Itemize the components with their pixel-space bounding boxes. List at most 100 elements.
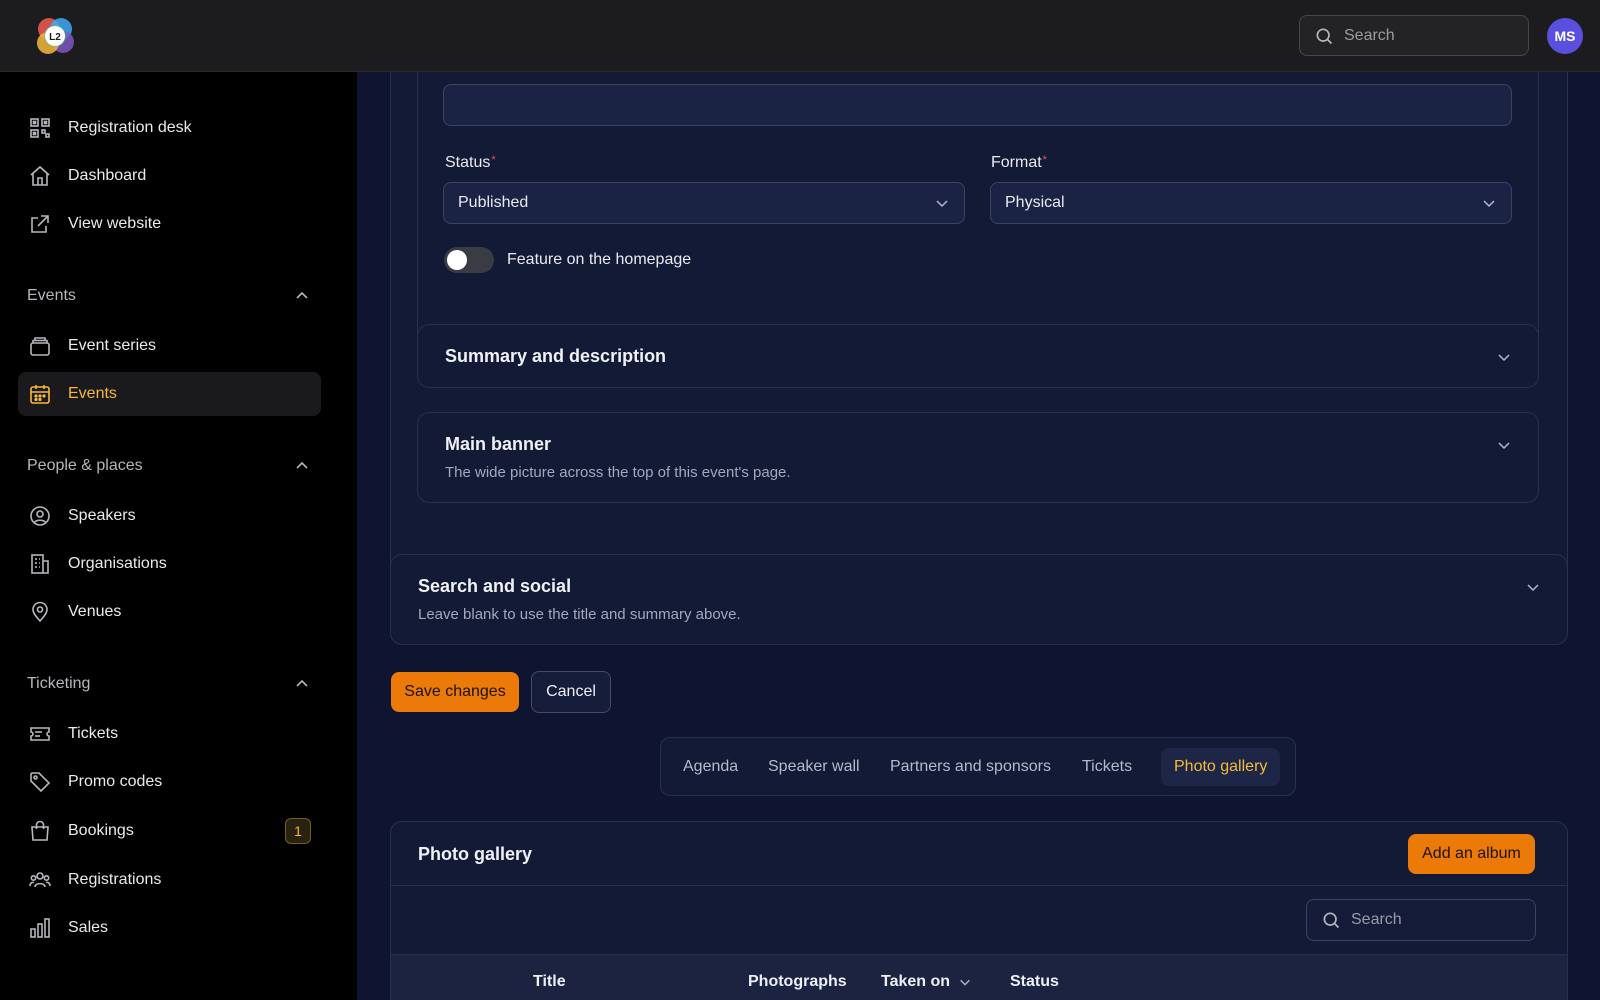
format-label: Format* — [991, 154, 1047, 171]
bookings-count-badge: 1 — [285, 818, 311, 844]
chevron-up-icon — [296, 679, 308, 687]
divider — [391, 885, 1567, 886]
user-circle-icon — [30, 506, 50, 526]
chevron-up-icon — [296, 291, 308, 299]
tab-speaker-wall[interactable]: Speaker wall — [755, 748, 873, 786]
accordion-title: Main banner — [445, 434, 552, 454]
brand-logo[interactable]: L2 — [32, 13, 78, 59]
sidebar-item-venues[interactable]: Venues — [18, 590, 321, 634]
sidebar-item-event-series[interactable]: Event series — [18, 324, 321, 368]
summary-description-accordion[interactable]: Summary and description — [417, 324, 1539, 388]
gallery-title: Photo gallery — [418, 844, 533, 864]
sidebar-item-label: Promo codes — [68, 773, 163, 790]
format-select[interactable]: Physical — [990, 182, 1512, 224]
chevron-down-icon — [1483, 200, 1495, 208]
sidebar-item-label: Speakers — [68, 507, 136, 524]
sidebar-item-dashboard[interactable]: Dashboard — [18, 154, 321, 198]
tab-agenda[interactable]: Agenda — [670, 748, 751, 786]
header-search[interactable] — [1299, 15, 1529, 56]
column-status[interactable]: Status — [1010, 973, 1059, 991]
gallery-search[interactable] — [1306, 899, 1536, 941]
sidebar-item-label: Events — [68, 385, 117, 402]
sidebar-item-label: Event series — [68, 337, 157, 354]
sidebar-item-events[interactable]: Events — [18, 372, 321, 416]
top-bar: L2 MS — [0, 0, 1600, 72]
chevron-down-icon — [1527, 584, 1539, 592]
feature-homepage-toggle[interactable] — [444, 247, 494, 273]
sidebar-item-label: Venues — [68, 603, 122, 620]
sidebar-item-label: Tickets — [68, 725, 119, 742]
sidebar-item-promo-codes[interactable]: Promo codes — [18, 760, 321, 804]
users-icon — [29, 872, 51, 888]
user-avatar[interactable]: MS — [1547, 18, 1583, 54]
sidebar-item-label: Sales — [68, 919, 109, 936]
gallery-search-input[interactable] — [1351, 911, 1521, 929]
sidebar-section-events[interactable]: Events — [27, 284, 310, 308]
tab-photo-gallery[interactable]: Photo gallery — [1161, 748, 1281, 786]
sidebar-item-view-website[interactable]: View website — [18, 202, 321, 246]
sidebar-item-label: Registration desk — [68, 119, 192, 136]
event-tabs: Agenda Speaker wall Partners and sponsor… — [660, 737, 1296, 796]
chevron-down-icon — [960, 979, 970, 986]
home-icon — [30, 165, 50, 186]
sidebar-item-label: Bookings — [68, 822, 134, 839]
gallery-table-header: Title Photographs Taken on Status — [391, 954, 1567, 1000]
sidebar-section-people-places[interactable]: People & places — [27, 454, 310, 478]
search-icon — [1316, 28, 1333, 44]
chevron-down-icon — [936, 200, 948, 208]
toggle-knob — [447, 250, 467, 270]
chevron-down-icon — [1498, 354, 1510, 362]
sidebar-item-bookings[interactable]: Bookings 1 — [18, 809, 321, 853]
search-social-accordion[interactable]: Search and social Leave blank to use the… — [390, 554, 1568, 645]
status-value: Published — [458, 194, 529, 211]
tag-icon — [30, 772, 51, 793]
tab-partners-sponsors[interactable]: Partners and sponsors — [877, 748, 1064, 786]
accordion-subtitle: Leave blank to use the title and summary… — [418, 606, 741, 623]
section-title: Events — [27, 287, 76, 304]
header-search-input[interactable] — [1344, 26, 1514, 45]
status-select[interactable]: Published — [443, 182, 965, 224]
sidebar: Registration desk Dashboard View website… — [0, 72, 357, 1000]
calendar-icon — [30, 385, 50, 404]
sidebar-item-tickets[interactable]: Tickets — [18, 712, 321, 756]
sidebar-item-label: View website — [68, 215, 162, 232]
format-value: Physical — [1005, 194, 1065, 211]
map-pin-icon — [32, 601, 48, 623]
tab-tickets[interactable]: Tickets — [1069, 748, 1145, 786]
status-label: Status* — [445, 154, 496, 171]
sidebar-item-registrations[interactable]: Registrations — [18, 858, 321, 902]
photo-gallery-panel: Photo gallery Add an album Title Photogr… — [390, 821, 1568, 1000]
qr-code-icon — [30, 118, 50, 138]
column-photographs[interactable]: Photographs — [748, 973, 847, 991]
chevron-down-icon — [1498, 442, 1510, 450]
ticket-icon — [30, 727, 50, 741]
svg-text:L2: L2 — [49, 32, 61, 43]
external-link-icon — [31, 215, 49, 233]
sidebar-item-registration-desk[interactable]: Registration desk — [18, 106, 321, 150]
accordion-subtitle: The wide picture across the top of this … — [445, 464, 791, 481]
sidebar-item-sales[interactable]: Sales — [18, 906, 321, 950]
sidebar-item-label: Registrations — [68, 871, 162, 888]
accordion-title: Search and social — [418, 576, 572, 596]
main-content: Status* Published Format* Physical Featu… — [357, 72, 1600, 1000]
column-taken-on[interactable]: Taken on — [881, 973, 972, 991]
column-title[interactable]: Title — [533, 973, 566, 991]
save-changes-button[interactable]: Save changes — [391, 672, 519, 712]
section-title: People & places — [27, 457, 143, 474]
sidebar-item-organisations[interactable]: Organisations — [18, 542, 321, 586]
sidebar-item-label: Organisations — [68, 555, 167, 572]
event-text-field[interactable] — [443, 84, 1512, 126]
search-icon — [1323, 912, 1340, 929]
section-title: Ticketing — [27, 675, 91, 692]
feature-homepage-label: Feature on the homepage — [507, 251, 692, 268]
chevron-up-icon — [296, 461, 308, 469]
main-banner-accordion[interactable]: Main banner The wide picture across the … — [417, 412, 1539, 503]
add-album-button[interactable]: Add an album — [1408, 834, 1535, 874]
bar-chart-icon — [30, 918, 50, 938]
sidebar-section-ticketing[interactable]: Ticketing — [27, 672, 310, 696]
cancel-button[interactable]: Cancel — [531, 671, 611, 713]
sidebar-item-speakers[interactable]: Speakers — [18, 494, 321, 538]
shopping-bag-icon — [31, 820, 49, 841]
building-icon — [31, 554, 49, 574]
accordion-title: Summary and description — [445, 346, 667, 366]
